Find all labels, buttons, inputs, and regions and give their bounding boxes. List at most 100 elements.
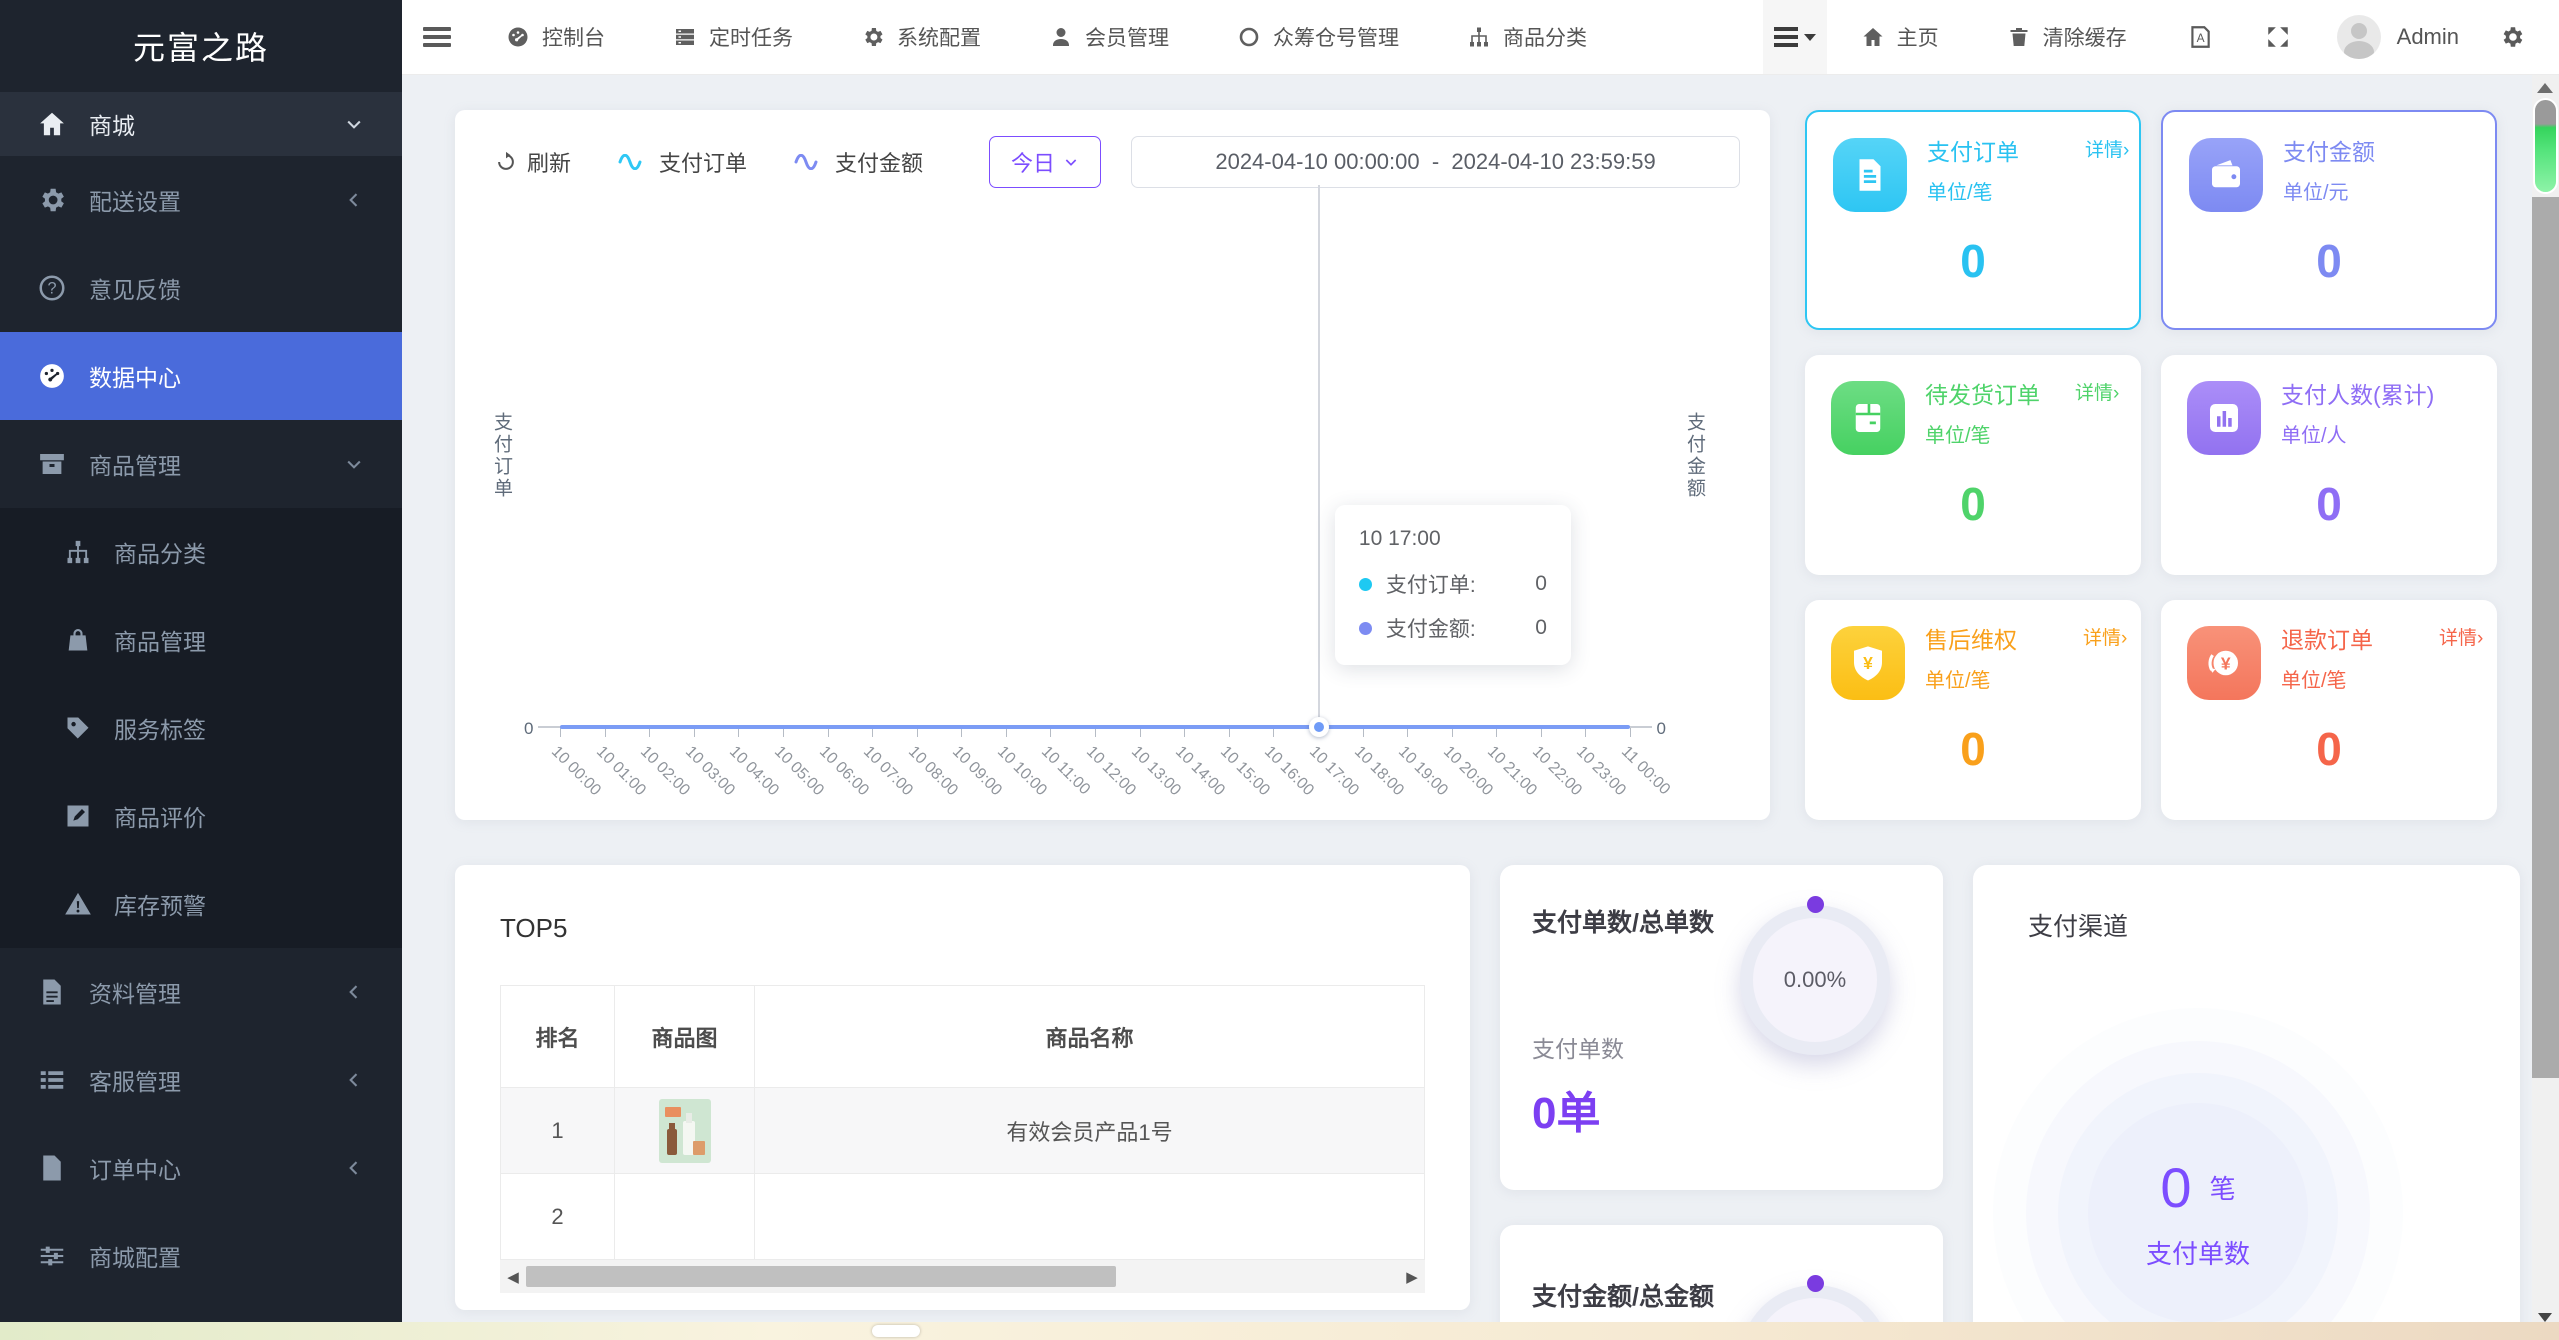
line-chart-plot[interactable]: 支付订单 支付金额 0 0 10 00:00 10 01:00 10 02:00 10… xyxy=(491,185,1705,799)
stat-card-pay-orders: 支付订单 单位/笔 详情› 0 xyxy=(1805,110,2141,330)
sidebar-toggle-button[interactable] xyxy=(402,25,472,49)
x-axis-tick xyxy=(560,728,561,737)
scrollbar-thumb[interactable] xyxy=(2535,100,2556,192)
horizontal-scrollbar[interactable] xyxy=(0,1322,2559,1340)
stat-unit: 单位/元 xyxy=(2283,181,2349,204)
y-axis-right-title: 支付金额 xyxy=(1684,412,1705,500)
nav-item-system-config[interactable]: 系统配置 xyxy=(861,22,981,52)
detail-link[interactable]: 详情› xyxy=(2085,138,2129,212)
table-horizontal-scrollbar[interactable]: ◀ ▶ xyxy=(500,1260,1425,1293)
top5-table: 排名 商品图 商品名称 1 有效会员产品1号 2 xyxy=(500,985,1425,1260)
panel-title: 支付渠道 xyxy=(2028,913,2129,941)
stat-unit: 单位/人 xyxy=(2281,424,2347,447)
bar-chart-icon xyxy=(2187,381,2261,455)
sidebar-item-delivery-settings[interactable]: 配送设置 xyxy=(0,156,402,244)
sidebar-item-feedback[interactable]: ? 意见反馈 xyxy=(0,244,402,332)
detail-link[interactable]: 详情› xyxy=(2439,626,2483,700)
nav-item-label: 系统配置 xyxy=(897,27,981,50)
refresh-button[interactable]: 刷新 xyxy=(495,146,571,178)
home-icon xyxy=(1863,28,1883,46)
settings-gear-icon[interactable] xyxy=(2499,24,2525,50)
nav-item-label: 定时任务 xyxy=(709,27,793,50)
product-image-cell xyxy=(615,1174,755,1260)
quick-menu-dropdown[interactable] xyxy=(1762,0,1827,74)
nav-item-scheduled-tasks[interactable]: 定时任务 xyxy=(673,22,793,52)
sidebar-item-product-manage[interactable]: 商品管理 xyxy=(0,596,402,684)
table-row[interactable]: 1 有效会员产品1号 xyxy=(501,1088,1424,1174)
x-axis-tick xyxy=(1184,728,1186,737)
tooltip-value: 0 xyxy=(1535,572,1547,595)
scrollbar-thumb[interactable] xyxy=(872,1325,920,1337)
stat-unit: 单位/笔 xyxy=(2281,669,2347,692)
stat-title: 售后维权 xyxy=(1925,627,2017,653)
sidebar-item-label: 库存预警 xyxy=(114,893,206,919)
fullscreen-icon[interactable] xyxy=(2265,24,2291,50)
y-axis-left-title: 支付订单 xyxy=(491,412,512,500)
date-range-input[interactable]: 2024-04-10 00:00:00 - 2024-04-10 23:59:5… xyxy=(1131,136,1740,188)
sidebar-item-data-center[interactable]: 数据中心 xyxy=(0,332,402,420)
scrollbar-thumb[interactable] xyxy=(526,1266,1116,1287)
warning-triangle-icon xyxy=(65,892,91,915)
gauge-value: 0单 xyxy=(1532,1089,1601,1138)
stat-title: 待发货订单 xyxy=(1925,382,2040,408)
nav-item-console[interactable]: 控制台 xyxy=(506,22,605,52)
date-range-select[interactable]: 今日 xyxy=(989,136,1102,188)
nav-item-clear-cache[interactable]: 清除缓存 xyxy=(2007,22,2127,52)
detail-link[interactable]: 详情› xyxy=(2083,626,2127,700)
tooltip-title: 10 17:00 xyxy=(1358,527,1441,550)
scroll-left-arrow[interactable]: ◀ xyxy=(500,1268,526,1286)
nav-item-product-category[interactable]: 商品分类 xyxy=(1467,22,1587,52)
user-name[interactable]: Admin xyxy=(2397,24,2459,50)
x-axis-tick xyxy=(872,728,874,737)
sidebar-item-shop[interactable]: 商城 xyxy=(0,92,402,156)
nav-item-home[interactable]: 主页 xyxy=(1861,22,1939,52)
avatar[interactable] xyxy=(2336,15,2381,59)
sidebar-item-product-management[interactable]: 商品管理 xyxy=(0,420,402,508)
svg-text:A: A xyxy=(2196,31,2204,45)
pay-count-ratio-panel: 支付单数/总单数 0.00% 支付单数 0单 xyxy=(1500,865,1943,1190)
legend-pay-amount[interactable]: 支付金额 xyxy=(793,146,923,178)
sidebar-item-product-category[interactable]: 商品分类 xyxy=(0,508,402,596)
payment-channels-panel: 支付渠道 0 笔 支付单数 xyxy=(1973,865,2520,1340)
sidebar-item-shop-config[interactable]: 商城配置 xyxy=(0,1212,402,1300)
sidebar-item-service-tags[interactable]: 服务标签 xyxy=(0,684,402,772)
file-icon xyxy=(43,1155,61,1181)
x-axis-tick xyxy=(1228,728,1230,737)
chevron-left-icon xyxy=(349,1073,358,1087)
stat-card-pay-amount: 支付金额 单位/元 0 xyxy=(2161,110,2497,330)
x-axis-tick xyxy=(1050,728,1052,737)
nav-item-member-management[interactable]: 会员管理 xyxy=(1049,22,1169,52)
vertical-scrollbar[interactable] xyxy=(2532,75,2559,1340)
scrollbar-track[interactable] xyxy=(2532,197,2559,1078)
x-axis-tick xyxy=(961,728,963,737)
chart-tooltip: 10 17:00 支付订单: 0 支付金额: 0 xyxy=(1334,505,1571,665)
sidebar-item-customer-service[interactable]: 客服管理 xyxy=(0,1036,402,1124)
scroll-right-arrow[interactable]: ▶ xyxy=(1399,1268,1425,1286)
x-axis-tick xyxy=(1362,728,1364,737)
sidebar-item-product-review[interactable]: 商品评价 xyxy=(0,772,402,860)
table-row[interactable]: 2 xyxy=(501,1174,1424,1260)
x-axis-tick xyxy=(1630,728,1631,737)
stat-unit: 单位/笔 xyxy=(1925,669,1991,692)
nav-item-crowdfunding-management[interactable]: 众筹仓号管理 xyxy=(1237,22,1399,52)
scroll-down-arrow-icon[interactable] xyxy=(2538,1313,2552,1322)
product-image-cell xyxy=(615,1088,755,1174)
scroll-up-arrow-icon[interactable] xyxy=(2537,83,2553,93)
language-icon[interactable]: A xyxy=(2187,24,2213,50)
sidebar-item-label: 资料管理 xyxy=(89,981,181,1007)
sidebar-item-label: 商品分类 xyxy=(114,541,206,567)
detail-link[interactable]: 详情› xyxy=(2075,381,2127,455)
sidebar-item-stock-alert[interactable]: 库存预警 xyxy=(0,860,402,948)
top5-panel: TOP5 排名 商品图 商品名称 1 有效会员产品1号 2 ◀ ▶ xyxy=(455,865,1470,1310)
legend-pay-orders[interactable]: 支付订单 xyxy=(617,146,747,178)
sidebar-item-label: 订单中心 xyxy=(89,1157,181,1183)
panel-title: 支付金额/总金额 xyxy=(1532,1283,1714,1311)
nav-item-label: 商品分类 xyxy=(1503,27,1587,50)
gauge-pointer-dot xyxy=(1807,1275,1824,1292)
sidebar-item-label: 服务标签 xyxy=(114,717,206,743)
x-axis-tick xyxy=(1540,728,1542,737)
stat-unit: 单位/笔 xyxy=(1927,181,1993,204)
sidebar-item-material-management[interactable]: 资料管理 xyxy=(0,948,402,1036)
sidebar-item-order-center[interactable]: 订单中心 xyxy=(0,1124,402,1212)
x-axis-tick xyxy=(1139,728,1141,737)
